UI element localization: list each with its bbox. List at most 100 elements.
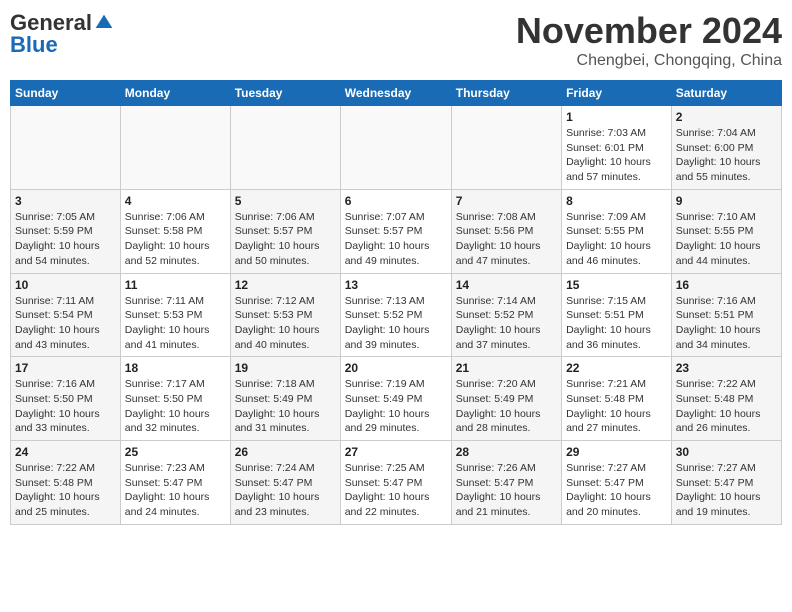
logo-icon <box>94 13 114 33</box>
calendar-day-cell: 7 Sunrise: 7:08 AM Sunset: 5:56 PM Daylig… <box>451 189 561 273</box>
day-info: Sunrise: 7:06 AM Sunset: 5:58 PM Dayligh… <box>125 210 226 269</box>
day-info: Sunrise: 7:11 AM Sunset: 5:54 PM Dayligh… <box>15 294 116 353</box>
day-info: Sunrise: 7:15 AM Sunset: 5:51 PM Dayligh… <box>566 294 667 353</box>
location-text: Chengbei, Chongqing, China <box>516 52 782 70</box>
calendar-week-row: 10 Sunrise: 7:11 AM Sunset: 5:54 PM Dayli… <box>11 273 782 357</box>
logo-blue-text: Blue <box>10 32 58 58</box>
day-number: 7 <box>456 194 557 208</box>
weekday-header: Friday <box>562 81 672 106</box>
calendar-day-cell: 24Sunrise: 7:22 AM Sunset: 5:48 PM Dayli… <box>11 441 121 525</box>
day-number: 21 <box>456 361 557 375</box>
day-number: 11 <box>125 278 226 292</box>
weekday-header: Sunday <box>11 81 121 106</box>
calendar-day-cell: 1Sunrise: 7:03 AM Sunset: 6:01 PM Daylig… <box>562 106 672 190</box>
day-info: Sunrise: 7:08 AM Sunset: 5:56 PM Dayligh… <box>456 210 557 269</box>
day-info: Sunrise: 7:06 AM Sunset: 5:57 PM Dayligh… <box>235 210 336 269</box>
page-header: General Blue November 2024 Chengbei, Cho… <box>10 10 782 70</box>
calendar-day-cell: 26Sunrise: 7:24 AM Sunset: 5:47 PM Dayli… <box>230 441 340 525</box>
calendar-day-cell: 2Sunrise: 7:04 AM Sunset: 6:00 PM Daylig… <box>671 106 781 190</box>
day-number: 23 <box>676 361 777 375</box>
calendar-day-cell: 27 Sunrise: 7:25 AM Sunset: 5:47 PM Dayli… <box>340 441 451 525</box>
day-info: Sunrise: 7:21 AM Sunset: 5:48 PM Dayligh… <box>566 377 667 436</box>
day-number: 20 <box>345 361 447 375</box>
calendar-day-cell: 20 Sunrise: 7:19 AM Sunset: 5:49 PM Dayli… <box>340 357 451 441</box>
calendar-day-cell: 6 Sunrise: 7:07 AM Sunset: 5:57 PM Daylig… <box>340 189 451 273</box>
weekday-header: Tuesday <box>230 81 340 106</box>
calendar-day-cell: 12 Sunrise: 7:12 AM Sunset: 5:53 PM Dayli… <box>230 273 340 357</box>
weekday-header: Monday <box>120 81 230 106</box>
day-number: 3 <box>15 194 116 208</box>
day-info: Sunrise: 7:24 AM Sunset: 5:47 PM Dayligh… <box>235 461 336 520</box>
calendar-day-cell: 22 Sunrise: 7:21 AM Sunset: 5:48 PM Dayli… <box>562 357 672 441</box>
day-number: 14 <box>456 278 557 292</box>
weekday-header: Wednesday <box>340 81 451 106</box>
calendar-day-cell: 10 Sunrise: 7:11 AM Sunset: 5:54 PM Dayli… <box>11 273 121 357</box>
day-number: 12 <box>235 278 336 292</box>
day-number: 16 <box>676 278 777 292</box>
day-info: Sunrise: 7:16 AM Sunset: 5:51 PM Dayligh… <box>676 294 777 353</box>
day-number: 8 <box>566 194 667 208</box>
calendar-day-cell: 21 Sunrise: 7:20 AM Sunset: 5:49 PM Dayli… <box>451 357 561 441</box>
day-info: Sunrise: 7:09 AM Sunset: 5:55 PM Dayligh… <box>566 210 667 269</box>
day-number: 9 <box>676 194 777 208</box>
day-info: Sunrise: 7:13 AM Sunset: 5:52 PM Dayligh… <box>345 294 447 353</box>
day-info: Sunrise: 7:22 AM Sunset: 5:48 PM Dayligh… <box>676 377 777 436</box>
month-title: November 2024 <box>516 10 782 52</box>
day-info: Sunrise: 7:25 AM Sunset: 5:47 PM Dayligh… <box>345 461 447 520</box>
day-number: 15 <box>566 278 667 292</box>
calendar-day-cell: 19 Sunrise: 7:18 AM Sunset: 5:49 PM Dayli… <box>230 357 340 441</box>
day-info: Sunrise: 7:20 AM Sunset: 5:49 PM Dayligh… <box>456 377 557 436</box>
calendar-day-cell <box>451 106 561 190</box>
calendar-day-cell <box>120 106 230 190</box>
day-number: 29 <box>566 445 667 459</box>
calendar-day-cell: 5Sunrise: 7:06 AM Sunset: 5:57 PM Daylig… <box>230 189 340 273</box>
day-number: 27 <box>345 445 447 459</box>
calendar-day-cell <box>230 106 340 190</box>
day-info: Sunrise: 7:04 AM Sunset: 6:00 PM Dayligh… <box>676 126 777 185</box>
calendar-day-cell: 14 Sunrise: 7:14 AM Sunset: 5:52 PM Dayli… <box>451 273 561 357</box>
calendar-day-cell: 29Sunrise: 7:27 AM Sunset: 5:47 PM Dayli… <box>562 441 672 525</box>
calendar-day-cell: 9 Sunrise: 7:10 AM Sunset: 5:55 PM Daylig… <box>671 189 781 273</box>
day-number: 17 <box>15 361 116 375</box>
day-info: Sunrise: 7:10 AM Sunset: 5:55 PM Dayligh… <box>676 210 777 269</box>
day-number: 19 <box>235 361 336 375</box>
calendar-day-cell <box>340 106 451 190</box>
calendar-day-cell: 28 Sunrise: 7:26 AM Sunset: 5:47 PM Dayli… <box>451 441 561 525</box>
calendar-day-cell <box>11 106 121 190</box>
calendar-header-row: SundayMondayTuesdayWednesdayThursdayFrid… <box>11 81 782 106</box>
calendar-day-cell: 13 Sunrise: 7:13 AM Sunset: 5:52 PM Dayli… <box>340 273 451 357</box>
day-number: 30 <box>676 445 777 459</box>
day-info: Sunrise: 7:07 AM Sunset: 5:57 PM Dayligh… <box>345 210 447 269</box>
day-number: 18 <box>125 361 226 375</box>
day-info: Sunrise: 7:11 AM Sunset: 5:53 PM Dayligh… <box>125 294 226 353</box>
calendar-day-cell: 18 Sunrise: 7:17 AM Sunset: 5:50 PM Dayli… <box>120 357 230 441</box>
day-number: 13 <box>345 278 447 292</box>
day-info: Sunrise: 7:18 AM Sunset: 5:49 PM Dayligh… <box>235 377 336 436</box>
calendar-day-cell: 11 Sunrise: 7:11 AM Sunset: 5:53 PM Dayli… <box>120 273 230 357</box>
day-number: 6 <box>345 194 447 208</box>
day-info: Sunrise: 7:16 AM Sunset: 5:50 PM Dayligh… <box>15 377 116 436</box>
day-info: Sunrise: 7:14 AM Sunset: 5:52 PM Dayligh… <box>456 294 557 353</box>
day-number: 4 <box>125 194 226 208</box>
calendar-day-cell: 4 Sunrise: 7:06 AM Sunset: 5:58 PM Daylig… <box>120 189 230 273</box>
day-number: 25 <box>125 445 226 459</box>
calendar-week-row: 24Sunrise: 7:22 AM Sunset: 5:48 PM Dayli… <box>11 441 782 525</box>
day-info: Sunrise: 7:17 AM Sunset: 5:50 PM Dayligh… <box>125 377 226 436</box>
calendar-day-cell: 25 Sunrise: 7:23 AM Sunset: 5:47 PM Dayli… <box>120 441 230 525</box>
weekday-header: Saturday <box>671 81 781 106</box>
calendar-day-cell: 8 Sunrise: 7:09 AM Sunset: 5:55 PM Daylig… <box>562 189 672 273</box>
day-info: Sunrise: 7:03 AM Sunset: 6:01 PM Dayligh… <box>566 126 667 185</box>
day-info: Sunrise: 7:19 AM Sunset: 5:49 PM Dayligh… <box>345 377 447 436</box>
day-number: 10 <box>15 278 116 292</box>
calendar-week-row: 3Sunrise: 7:05 AM Sunset: 5:59 PM Daylig… <box>11 189 782 273</box>
calendar-day-cell: 16 Sunrise: 7:16 AM Sunset: 5:51 PM Dayli… <box>671 273 781 357</box>
day-info: Sunrise: 7:23 AM Sunset: 5:47 PM Dayligh… <box>125 461 226 520</box>
title-area: November 2024 Chengbei, Chongqing, China <box>516 10 782 70</box>
day-info: Sunrise: 7:22 AM Sunset: 5:48 PM Dayligh… <box>15 461 116 520</box>
day-info: Sunrise: 7:12 AM Sunset: 5:53 PM Dayligh… <box>235 294 336 353</box>
day-info: Sunrise: 7:27 AM Sunset: 5:47 PM Dayligh… <box>676 461 777 520</box>
day-number: 28 <box>456 445 557 459</box>
day-info: Sunrise: 7:26 AM Sunset: 5:47 PM Dayligh… <box>456 461 557 520</box>
logo: General Blue <box>10 10 114 58</box>
day-number: 22 <box>566 361 667 375</box>
